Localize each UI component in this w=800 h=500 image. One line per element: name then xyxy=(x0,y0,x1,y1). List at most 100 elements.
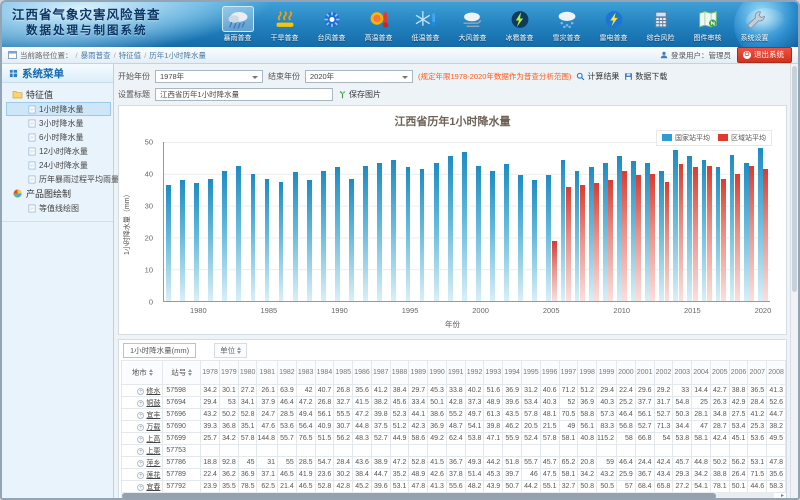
expand-row-icon[interactable]: + xyxy=(137,448,144,455)
expand-row-icon[interactable]: + xyxy=(137,436,144,443)
start-year-select[interactable]: 1978年 xyxy=(155,70,263,83)
expand-row-icon[interactable]: + xyxy=(137,424,144,431)
column-header-year[interactable]: 1994 xyxy=(503,361,522,385)
calc-result-button[interactable]: 计算结果 xyxy=(576,71,619,82)
column-header-year[interactable]: 1998 xyxy=(578,361,597,385)
column-header-year[interactable]: 1989 xyxy=(409,361,428,385)
breadcrumb-item[interactable]: 暴雨普查 xyxy=(81,50,111,61)
station-link[interactable]: 万载 xyxy=(146,424,160,431)
column-header-year[interactable]: 2007 xyxy=(748,361,767,385)
column-header-year[interactable]: 1996 xyxy=(540,361,559,385)
vscroll-thumb[interactable] xyxy=(792,66,797,292)
expand-row-icon[interactable]: + xyxy=(137,472,144,479)
expand-row-icon[interactable]: + xyxy=(137,460,144,467)
column-header-year[interactable]: 2008 xyxy=(767,361,786,385)
vertical-scrollbar[interactable] xyxy=(790,64,798,498)
column-header-year[interactable]: 1981 xyxy=(257,361,278,385)
save-image-button[interactable]: 保存图片 xyxy=(338,89,381,100)
tree-parent-item[interactable]: 特征值 xyxy=(6,87,111,102)
column-header-year[interactable]: 1979 xyxy=(219,361,238,385)
toolbar-item-typhoon[interactable]: 台风普查 xyxy=(309,4,354,47)
column-header-year[interactable]: 2006 xyxy=(729,361,748,385)
column-header-year[interactable]: 1990 xyxy=(428,361,447,385)
value-cell: 53.4 xyxy=(521,397,540,409)
column-header-year[interactable]: 1993 xyxy=(484,361,503,385)
column-header-station[interactable]: 站号 xyxy=(163,361,201,385)
toolbar-item-cold[interactable]: 低温普查 xyxy=(403,4,448,47)
tree-child-item[interactable]: 历年暴雨过程平均雨量 xyxy=(6,172,111,186)
station-link[interactable]: 宜丰 xyxy=(146,412,160,419)
value-cell: 45.7 xyxy=(673,457,692,469)
toolbar-item-lightning[interactable]: 雷电普查 xyxy=(591,4,636,47)
expand-row-icon[interactable]: + xyxy=(137,484,144,491)
station-link[interactable]: 上栗 xyxy=(146,448,160,455)
column-header-city[interactable]: 地市 xyxy=(122,361,163,385)
toolbar-item-hail[interactable]: 冰雹普查 xyxy=(497,4,542,47)
station-id-cell: 57786 xyxy=(163,457,201,469)
column-header-year[interactable]: 2003 xyxy=(673,361,692,385)
tree-parent-item[interactable]: 产品图绘制 xyxy=(6,186,111,201)
column-header-year[interactable]: 1982 xyxy=(278,361,297,385)
column-header-year[interactable]: 2001 xyxy=(635,361,654,385)
toolbar-item-calculator[interactable]: 综合风险 xyxy=(638,4,683,47)
column-header-year[interactable]: 1984 xyxy=(315,361,334,385)
expand-row-icon[interactable]: + xyxy=(137,400,144,407)
tree-child-item[interactable]: 等值线绘图 xyxy=(6,201,111,215)
tree-child-item[interactable]: 24小时降水量 xyxy=(6,158,111,172)
tree-child-item[interactable]: 6小时降水量 xyxy=(6,130,111,144)
column-header-year[interactable]: 1991 xyxy=(446,361,465,385)
column-header-year[interactable]: 1983 xyxy=(296,361,315,385)
station-link[interactable]: 上高 xyxy=(146,436,160,443)
station-link[interactable]: 萍乡 xyxy=(146,460,160,467)
toolbar-item-map[interactable]: 图件审核 xyxy=(685,4,730,47)
toolbar-item-heat[interactable]: 高温普查 xyxy=(356,4,401,47)
station-link[interactable]: 莲花 xyxy=(146,472,160,479)
column-header-year[interactable]: 1978 xyxy=(201,361,220,385)
calculator-icon xyxy=(645,6,677,32)
column-header-year[interactable]: 1985 xyxy=(334,361,353,385)
sort-control[interactable]: 单位 xyxy=(214,343,247,358)
tree-child-item[interactable]: 1小时降水量 xyxy=(6,102,111,116)
data-download-button[interactable]: 数据下载 xyxy=(624,71,667,82)
station-link[interactable]: 修水 xyxy=(146,388,160,395)
value-cell: 47 xyxy=(692,421,711,433)
column-header-year[interactable]: 2000 xyxy=(617,361,636,385)
toolbar-item-rainstorm[interactable]: 暴雨普查 xyxy=(215,4,260,47)
column-header-year[interactable]: 1997 xyxy=(559,361,578,385)
column-header-year[interactable]: 2002 xyxy=(654,361,673,385)
expand-row-icon[interactable]: + xyxy=(137,388,144,395)
column-header-year[interactable]: 2005 xyxy=(710,361,729,385)
tree-child-item[interactable]: 12小时降水量 xyxy=(6,144,111,158)
toolbar-item-snow[interactable]: 雪灾普查 xyxy=(544,4,589,47)
column-header-year[interactable]: 2004 xyxy=(692,361,711,385)
toolbar-item-wrench[interactable]: 系统设置 xyxy=(732,4,777,47)
column-header-year[interactable]: 1988 xyxy=(390,361,409,385)
tree-child-item[interactable]: 3小时降水量 xyxy=(6,116,111,130)
value-cell: 48.9 xyxy=(409,469,428,481)
horizontal-scrollbar[interactable] xyxy=(121,492,774,498)
toolbar-item-wind[interactable]: 大风普查 xyxy=(450,4,495,47)
toolbar-item-drought[interactable]: 干旱普查 xyxy=(262,4,307,47)
column-header-year[interactable]: 1995 xyxy=(521,361,540,385)
breadcrumb-item[interactable]: 历年1小时降水量 xyxy=(149,50,206,61)
hscroll-thumb[interactable] xyxy=(122,493,716,498)
legend-entry[interactable]: 国家站平均 xyxy=(662,133,710,143)
station-link[interactable]: 铜鼓 xyxy=(146,400,160,407)
city-cell: +宜丰 xyxy=(122,409,163,421)
station-link[interactable]: 宜春 xyxy=(146,484,160,491)
city-cell: +萍乡 xyxy=(122,457,163,469)
column-header-year[interactable]: 1980 xyxy=(238,361,257,385)
expand-row-icon[interactable]: + xyxy=(137,412,144,419)
column-header-year[interactable]: 1992 xyxy=(465,361,484,385)
value-cell: 41.3 xyxy=(767,385,786,397)
column-header-year[interactable]: 1987 xyxy=(371,361,390,385)
chart-title-input[interactable]: 江西省历年1小时降水量 xyxy=(155,88,333,101)
logout-button[interactable]: ⏻ 退出系统 xyxy=(737,47,792,63)
legend-entry[interactable]: 区域站平均 xyxy=(718,133,766,143)
value-cell: 21.4 xyxy=(278,481,297,493)
breadcrumb-item[interactable]: 特征值 xyxy=(119,50,142,61)
end-year-select[interactable]: 2020年 xyxy=(305,70,413,83)
column-header-year[interactable]: 1986 xyxy=(353,361,372,385)
column-header-year[interactable]: 1999 xyxy=(597,361,617,385)
hscroll-right-arrow[interactable]: ▸ xyxy=(781,492,784,498)
